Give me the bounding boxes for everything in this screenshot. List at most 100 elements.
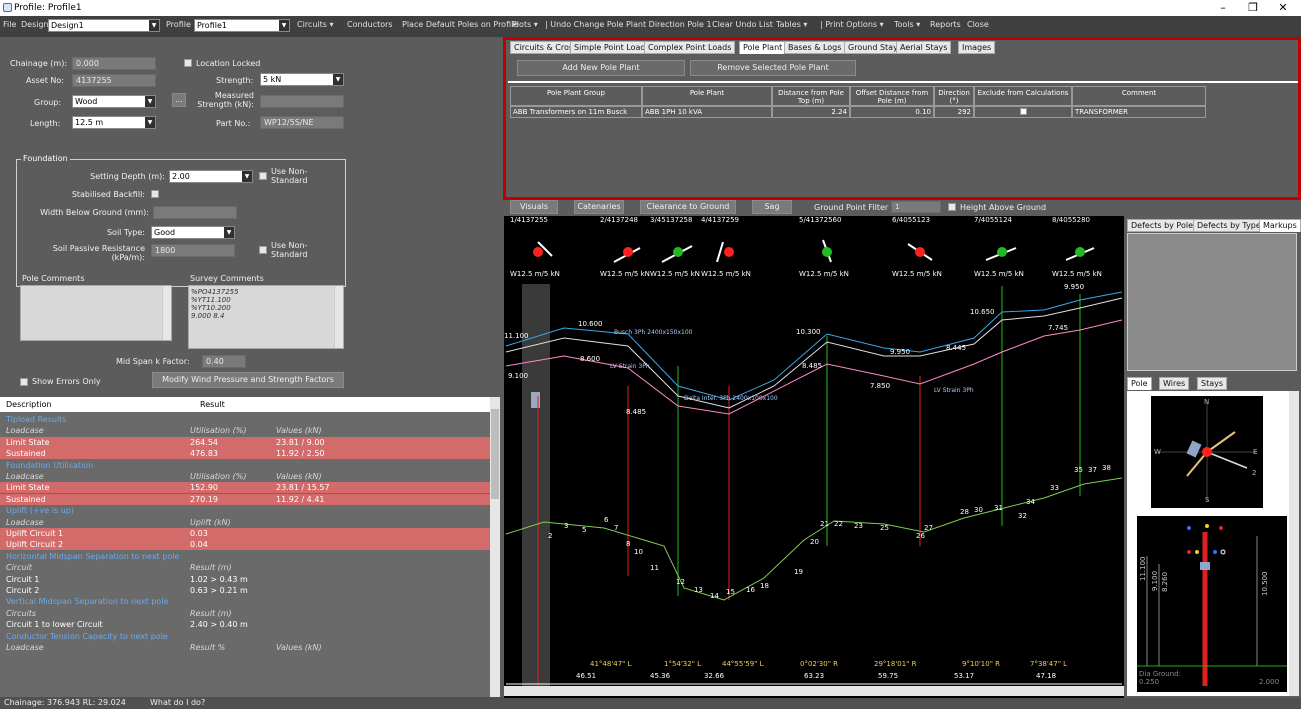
scroll-thumb[interactable] <box>491 409 499 499</box>
tab-images[interactable]: Images <box>958 41 996 54</box>
show-errors-checkbox[interactable] <box>20 378 28 386</box>
menu-place-default[interactable]: Place Default Poles on Profile <box>402 20 518 29</box>
add-pole-plant-button[interactable]: Add New Pole Plant <box>517 60 685 76</box>
menu-circuits[interactable]: Circuits ▾ <box>297 20 333 29</box>
catenaries-button[interactable]: Catenaries <box>574 200 624 214</box>
close-icon[interactable]: ✕ <box>1268 1 1298 14</box>
pole-id-label: 3/45137258 <box>650 216 692 224</box>
profile-drawing[interactable]: 1/4137255 W12.5 m/5 kN 2/4137248 W12.5 m/5 … <box>504 216 1124 698</box>
sag-button[interactable]: Sag <box>752 200 792 214</box>
height-label: 7.850 <box>870 382 890 390</box>
tab-complex-point-loads[interactable]: Complex Point Loads <box>644 41 736 54</box>
tab-bases-logs[interactable]: Bases & Logs <box>784 41 846 54</box>
group-select[interactable]: Wood ▼ <box>72 95 156 108</box>
height-value: 9.100 <box>1151 570 1159 591</box>
menu-file[interactable]: File <box>3 20 16 29</box>
pole-plant-cell[interactable]: 292 <box>934 106 974 118</box>
soil-resistance-field[interactable]: 1800 <box>151 244 235 257</box>
pole-plant-cell[interactable]: ABB 1PH 10 kVA <box>642 106 772 118</box>
result-row: Circuit Result (m) <box>0 562 490 573</box>
tab-pole-plant[interactable]: Pole Plant <box>739 41 787 54</box>
design-select[interactable]: Design1 ▼ <box>48 19 160 32</box>
survey-comments-textarea[interactable]: %PO4137255 %YT11.100 %YT10.200 9.000 8.4 <box>188 285 344 349</box>
tab-stays[interactable]: Stays <box>1197 377 1228 390</box>
tab-defects-by-pole[interactable]: Defects by Pole <box>1127 219 1197 232</box>
result-cell: Uplift Circuit 1 <box>6 529 64 538</box>
result-cell: Loadcase <box>6 643 44 652</box>
menu-conductors[interactable]: Conductors <box>347 20 393 29</box>
pole-id-label: 5/41372560 <box>799 216 841 224</box>
maximize-icon[interactable]: ❐ <box>1238 1 1268 14</box>
minimize-icon[interactable]: – <box>1208 1 1238 14</box>
dia-ground-label: Dia Ground: <box>1139 670 1181 678</box>
pole-plant-cell[interactable]: TRANSFORMER <box>1072 106 1206 118</box>
asset-field[interactable]: 4137255 <box>72 74 156 87</box>
pole-detail-scrollbar[interactable] <box>1289 391 1299 696</box>
pole-plant-col-header[interactable]: Comment <box>1072 86 1206 106</box>
result-cell: Foundation Utilisation <box>6 460 94 470</box>
setting-depth-select[interactable]: 2.00 ▼ <box>169 170 253 183</box>
ground-point-label: 25 <box>880 524 889 532</box>
exclude-checkbox[interactable] <box>1019 108 1027 115</box>
view-toolbar: Visuals Catenaries Clearance to Ground S… <box>504 200 1124 216</box>
pole-plant-cell[interactable]: ABB Transformers on 11m Busck <box>510 106 642 118</box>
span-length-label: 47.18 <box>1036 672 1056 680</box>
pole-plant-col-header[interactable]: Exclude from Calculations <box>974 86 1072 106</box>
tab-wires[interactable]: Wires <box>1159 377 1190 390</box>
tab-markups[interactable]: Markups <box>1259 219 1301 232</box>
menu-print[interactable]: | Print Options ▾ <box>820 20 884 29</box>
stabilised-checkbox[interactable] <box>151 190 159 198</box>
pole-plant-col-header[interactable]: Pole Plant Group <box>510 86 642 106</box>
pole-comments-textarea[interactable] <box>20 285 172 341</box>
menu-plots[interactable]: Plots ▾ <box>512 20 538 29</box>
midspan-field[interactable]: 0.40 <box>202 355 246 368</box>
help-link[interactable]: What do I do? <box>150 698 205 707</box>
use-non-standard-checkbox[interactable] <box>259 172 267 180</box>
menu-reports[interactable]: Reports <box>930 20 961 29</box>
length-select[interactable]: 12.5 m ▼ <box>72 116 156 129</box>
visuals-button[interactable]: Visuals <box>510 200 558 214</box>
menu-clear-undo[interactable]: Clear Undo List <box>712 20 773 29</box>
measured-strength-field[interactable] <box>260 95 344 108</box>
chevron-down-icon: ▼ <box>145 117 155 128</box>
result-row: Conductor Tension Capacity to next pole <box>0 631 490 642</box>
scrollbar[interactable] <box>162 286 171 340</box>
ground-point-label: 15 <box>726 588 735 596</box>
tab-defects-by-type[interactable]: Defects by Type <box>1193 219 1265 232</box>
pole-plant-cell[interactable]: 2.24 <box>772 106 850 118</box>
result-cell: Result (m) <box>190 563 232 573</box>
base-value: 2.000 <box>1259 678 1280 686</box>
pole-plant-cell[interactable] <box>974 106 1072 118</box>
tab-pole[interactable]: Pole <box>1127 377 1152 390</box>
modify-wind-button[interactable]: Modify Wind Pressure and Strength Factor… <box>152 372 344 388</box>
result-row: Limit State 152.90 23.81 / 15.57 <box>0 482 490 494</box>
scrollbar[interactable] <box>334 286 343 348</box>
menu-close[interactable]: Close <box>967 20 989 29</box>
menu-tables[interactable]: Tables ▾ <box>776 20 807 29</box>
tab-simple-point-loads[interactable]: Simple Point Loads <box>570 41 654 54</box>
remove-pole-plant-button[interactable]: Remove Selected Pole Plant <box>690 60 856 76</box>
soil-type-select[interactable]: Good ▼ <box>151 226 235 239</box>
clearance-button[interactable]: Clearance to Ground <box>640 200 736 214</box>
strength-select[interactable]: 5 kN ▼ <box>260 73 344 86</box>
ground-filter-field[interactable]: 1 <box>891 201 941 213</box>
pole-plant-col-header[interactable]: Distance from Pole Top (m) <box>772 86 850 106</box>
pole-plant-col-header[interactable]: Offset Distance from Pole (m) <box>850 86 934 106</box>
canvas-hscrollbar[interactable] <box>504 686 1124 696</box>
pole-plant-col-header[interactable]: Pole Plant <box>642 86 772 106</box>
height-above-ground-checkbox[interactable] <box>948 203 956 211</box>
menu-undo[interactable]: | Undo Change Pole Plant Direction Pole … <box>545 20 712 29</box>
group-browse-button[interactable]: ... <box>172 93 186 107</box>
width-below-ground-field[interactable] <box>153 206 237 219</box>
profile-select[interactable]: Profile1 ▼ <box>194 19 290 32</box>
tab-aerial-stays[interactable]: Aerial Stays <box>896 41 952 54</box>
profile-canvas[interactable]: 1/4137255 W12.5 m/5 kN 2/4137248 W12.5 m/5 … <box>504 216 1124 698</box>
menu-tools[interactable]: Tools ▾ <box>894 20 920 29</box>
pole-plant-cell[interactable]: 0.10 <box>850 106 934 118</box>
location-locked-checkbox[interactable] <box>184 59 192 67</box>
part-field[interactable]: WP12/5S/NE <box>260 116 344 129</box>
use-non-standard-2-checkbox[interactable] <box>259 246 267 254</box>
markups-area[interactable] <box>1127 233 1297 371</box>
pole-plant-col-header[interactable]: Direction (°) <box>934 86 974 106</box>
chainage-field[interactable]: 0.000 <box>72 57 156 70</box>
